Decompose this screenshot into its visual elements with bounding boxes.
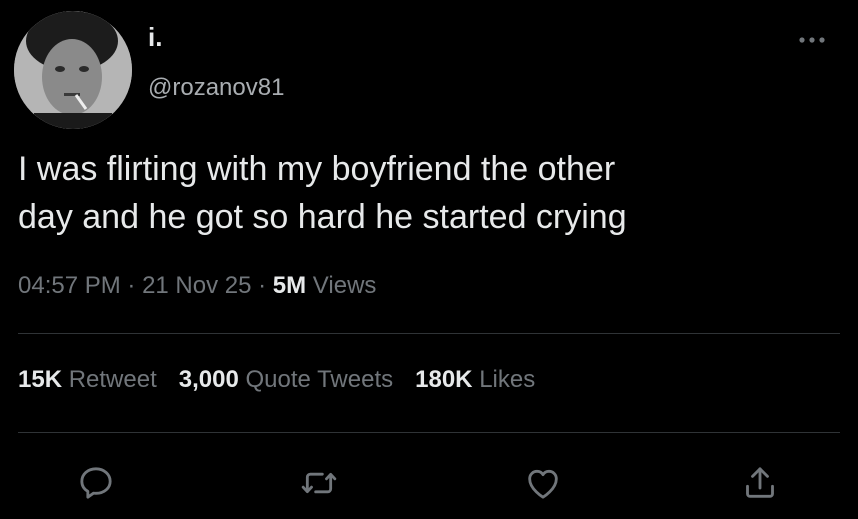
tweet-detail: i. @rozanov81 I was flirting with my boy… bbox=[0, 0, 858, 519]
engagement-stats: 15K Retweet 3,000 Quote Tweets 180K Likes bbox=[18, 364, 557, 396]
tweet-meta: 04:57 PM · 21 Nov 25 · 5M Views bbox=[18, 270, 376, 302]
quotes-count: 3,000 bbox=[178, 366, 239, 393]
avatar[interactable] bbox=[14, 11, 132, 129]
meta-separator: · bbox=[251, 272, 273, 299]
meta-separator: · bbox=[120, 272, 143, 299]
profile-photo-icon bbox=[14, 11, 132, 129]
share-button[interactable] bbox=[740, 463, 780, 503]
retweets-stat[interactable]: 15K Retweet bbox=[18, 366, 157, 393]
views-label: Views bbox=[306, 272, 377, 299]
retweet-icon bbox=[301, 472, 337, 494]
quotes-label: Quote Tweets bbox=[245, 366, 394, 393]
tweet-text-line: I was flirting with my boyfriend the oth… bbox=[18, 150, 616, 188]
display-name[interactable]: i. bbox=[148, 22, 162, 52]
views-count: 5M bbox=[272, 272, 307, 299]
reply-button[interactable] bbox=[76, 463, 116, 503]
more-options-icon[interactable] bbox=[797, 33, 827, 47]
retweet-button[interactable] bbox=[299, 463, 339, 503]
tweet-time[interactable]: 04:57 PM bbox=[18, 272, 121, 299]
like-button[interactable] bbox=[523, 463, 563, 503]
share-icon bbox=[746, 467, 774, 498]
retweets-label: Retweet bbox=[68, 366, 157, 393]
divider bbox=[18, 432, 840, 433]
divider bbox=[18, 333, 840, 334]
tweet-text-line: day and he got so hard he started crying bbox=[18, 198, 627, 236]
quotes-stat[interactable]: 3,000 Quote Tweets bbox=[179, 366, 393, 393]
likes-count: 180K bbox=[415, 366, 473, 393]
likes-stat[interactable]: 180K Likes bbox=[415, 366, 535, 393]
reply-icon bbox=[80, 467, 112, 499]
heart-icon bbox=[528, 469, 558, 499]
user-handle[interactable]: @rozanov81 bbox=[148, 74, 284, 102]
tweet-date[interactable]: 21 Nov 25 bbox=[142, 272, 251, 299]
likes-label: Likes bbox=[479, 366, 536, 393]
retweets-count: 15K bbox=[18, 366, 63, 393]
tweet-text: I was flirting with my boyfriend the oth… bbox=[18, 145, 838, 241]
